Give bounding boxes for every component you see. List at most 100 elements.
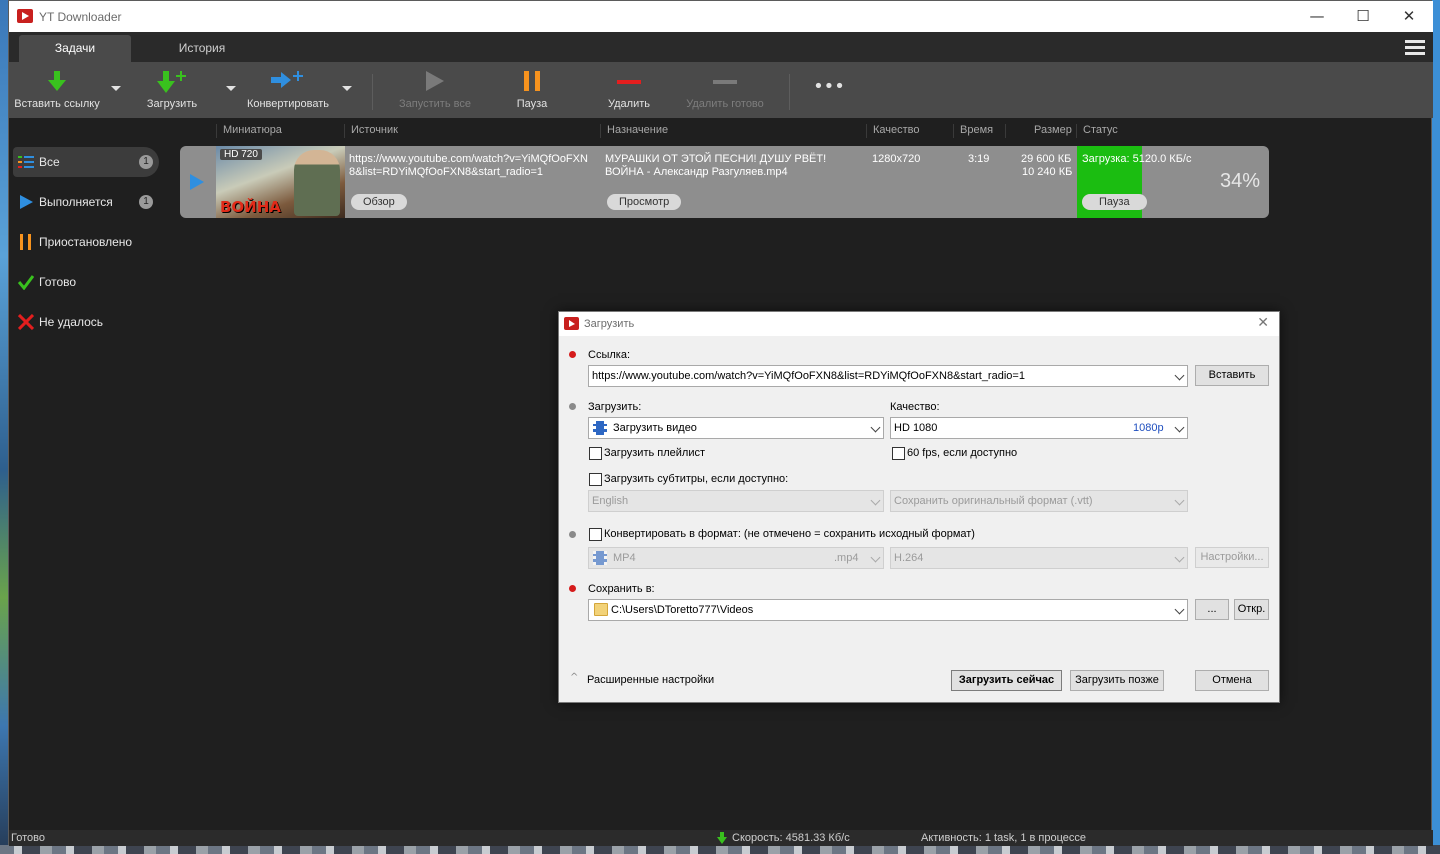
- count-badge: 1: [139, 155, 153, 169]
- link-input[interactable]: https://www.youtube.com/watch?v=YiMQfOoF…: [588, 365, 1188, 387]
- sidebar-item-running[interactable]: Выполняется 1: [13, 187, 159, 217]
- chevron-down-icon[interactable]: [870, 495, 881, 506]
- convert-label: Конвертировать: [246, 98, 330, 110]
- advanced-settings-link[interactable]: Расширенные настройки: [587, 674, 714, 686]
- chevron-down-icon[interactable]: [870, 552, 881, 563]
- menu-icon[interactable]: [1405, 40, 1425, 56]
- col-destination[interactable]: Назначение: [600, 124, 668, 138]
- col-time[interactable]: Время: [953, 124, 993, 138]
- subtitles-checkbox[interactable]: [589, 473, 602, 486]
- tab-bar: Задачи История: [9, 32, 1433, 62]
- video-thumbnail: HD 720 ВОЙНА: [216, 146, 345, 218]
- chevron-down-icon[interactable]: [1174, 604, 1185, 615]
- sidebar-item-label: Не удалось: [39, 315, 104, 329]
- download-button[interactable]: Загрузить: [137, 62, 207, 118]
- play-icon[interactable]: [190, 174, 204, 190]
- playlist-checkbox[interactable]: [589, 447, 602, 460]
- codec-value: H.264: [894, 552, 924, 564]
- hd-badge: HD 720: [220, 149, 262, 160]
- chevron-down-icon[interactable]: [1174, 370, 1185, 381]
- save-to-label: Сохранить в:: [588, 583, 655, 595]
- chevron-down-icon[interactable]: [1174, 422, 1185, 433]
- convert-button[interactable]: Конвертировать: [245, 62, 331, 118]
- open-folder-button[interactable]: Откр.: [1234, 599, 1269, 620]
- view-button[interactable]: Просмотр: [607, 194, 682, 210]
- pause-button[interactable]: Пауза: [502, 62, 562, 118]
- col-quality[interactable]: Качество: [866, 124, 920, 138]
- sidebar-item-label: Все: [39, 155, 60, 169]
- playlist-label: Загрузить плейлист: [604, 447, 706, 459]
- subtitles-format-value: Сохранить оригинальный формат (.vtt): [894, 495, 1093, 507]
- film-icon: [593, 551, 607, 565]
- cancel-button[interactable]: Отмена: [1195, 670, 1269, 691]
- convert-format-value: MP4: [613, 552, 636, 564]
- download-type-select[interactable]: Загрузить видео: [588, 417, 884, 439]
- fps-label: 60 fps, если доступно: [907, 447, 1018, 459]
- paste-link-dropdown-icon[interactable]: [111, 86, 121, 91]
- sidebar-item-all[interactable]: Все 1: [13, 147, 159, 177]
- tab-tasks[interactable]: Задачи: [19, 35, 131, 62]
- subtitles-language-select[interactable]: English: [588, 490, 884, 512]
- browse-button[interactable]: Обзор: [351, 194, 407, 210]
- codec-select[interactable]: H.264: [890, 547, 1188, 569]
- count-badge: 1: [139, 195, 153, 209]
- minimize-button[interactable]: —: [1294, 1, 1340, 32]
- required-dot-icon: [569, 585, 576, 592]
- dialog-close-icon[interactable]: ✕: [1257, 315, 1269, 331]
- chevron-down-icon[interactable]: [870, 422, 881, 433]
- link-label: Ссылка:: [588, 349, 630, 361]
- browse-folder-button[interactable]: ...: [1195, 599, 1229, 620]
- fps-checkbox[interactable]: [892, 447, 905, 460]
- row-pause-button[interactable]: Пауза: [1082, 194, 1147, 210]
- convert-dropdown-icon[interactable]: [342, 86, 352, 91]
- close-button[interactable]: ✕: [1386, 1, 1432, 32]
- delete-button[interactable]: Удалить: [599, 62, 659, 118]
- size-total: 29 600 КБ: [1021, 153, 1072, 165]
- maximize-button[interactable]: ☐: [1340, 1, 1386, 32]
- download-later-button[interactable]: Загрузить позже: [1070, 670, 1164, 691]
- window-title: YT Downloader: [39, 10, 122, 24]
- col-thumbnail[interactable]: Миниатюра: [216, 124, 282, 138]
- task-row[interactable]: HD 720 ВОЙНА https://www.youtube.com/wat…: [180, 146, 1269, 218]
- required-dot-icon: [569, 351, 576, 358]
- progress-percent: 34%: [1219, 170, 1260, 192]
- app-logo-icon: [17, 9, 33, 23]
- chevron-up-icon[interactable]: ^: [570, 672, 578, 683]
- activity-text: Активность: 1 task, 1 в процессе: [921, 832, 1087, 844]
- column-header: Миниатюра Источник Назначение Качество В…: [214, 118, 1277, 142]
- desktop-background-left: [0, 0, 8, 854]
- chevron-down-icon[interactable]: [1174, 495, 1185, 506]
- sidebar-item-failed[interactable]: Не удалось: [13, 307, 159, 337]
- sidebar-item-paused[interactable]: Приостановлено: [13, 227, 159, 257]
- download-now-button[interactable]: Загрузить сейчас: [951, 670, 1062, 691]
- paste-button[interactable]: Вставить: [1195, 365, 1269, 386]
- convert-format-select[interactable]: MP4 .mp4: [588, 547, 884, 569]
- download-arrow-icon: [717, 832, 727, 844]
- status-bar: Готово Скорость: 4581.33 Кб/с Активность…: [9, 830, 1433, 846]
- more-button[interactable]: •••: [804, 62, 854, 118]
- delete-done-button[interactable]: Удалить готово: [677, 62, 773, 118]
- convert-extension: .mp4: [834, 552, 859, 564]
- paste-link-label: Вставить ссылку: [14, 98, 100, 110]
- subtitles-label: Загрузить субтитры, если доступно:: [604, 473, 789, 485]
- download-dropdown-icon[interactable]: [226, 86, 236, 91]
- convert-checkbox[interactable]: [589, 528, 602, 541]
- subtitles-format-select[interactable]: Сохранить оригинальный формат (.vtt): [890, 490, 1188, 512]
- start-all-button[interactable]: Запустить все: [395, 62, 475, 118]
- paste-link-button[interactable]: Вставить ссылку: [9, 62, 105, 118]
- chevron-down-icon[interactable]: [1174, 552, 1185, 563]
- download-dialog: Загрузить ✕ Ссылка: https://www.youtube.…: [558, 311, 1280, 703]
- time-value: 3:19: [968, 153, 990, 165]
- sidebar-item-done[interactable]: Готово: [13, 267, 159, 297]
- col-size[interactable]: Размер: [1005, 124, 1072, 138]
- delete-label: Удалить: [608, 98, 650, 110]
- toolbar: Вставить ссылку Загрузить Конвертировать…: [9, 62, 1433, 118]
- save-path-select[interactable]: C:\Users\DToretto777\Videos: [588, 599, 1188, 621]
- col-status[interactable]: Статус: [1076, 124, 1118, 138]
- quality-select[interactable]: HD 1080 1080p: [890, 417, 1188, 439]
- quality-label: Качество:: [890, 401, 940, 413]
- settings-button[interactable]: Настройки...: [1195, 547, 1269, 568]
- desktop-background-bottom: [0, 845, 1440, 854]
- tab-history[interactable]: История: [149, 35, 255, 62]
- col-source[interactable]: Источник: [344, 124, 398, 138]
